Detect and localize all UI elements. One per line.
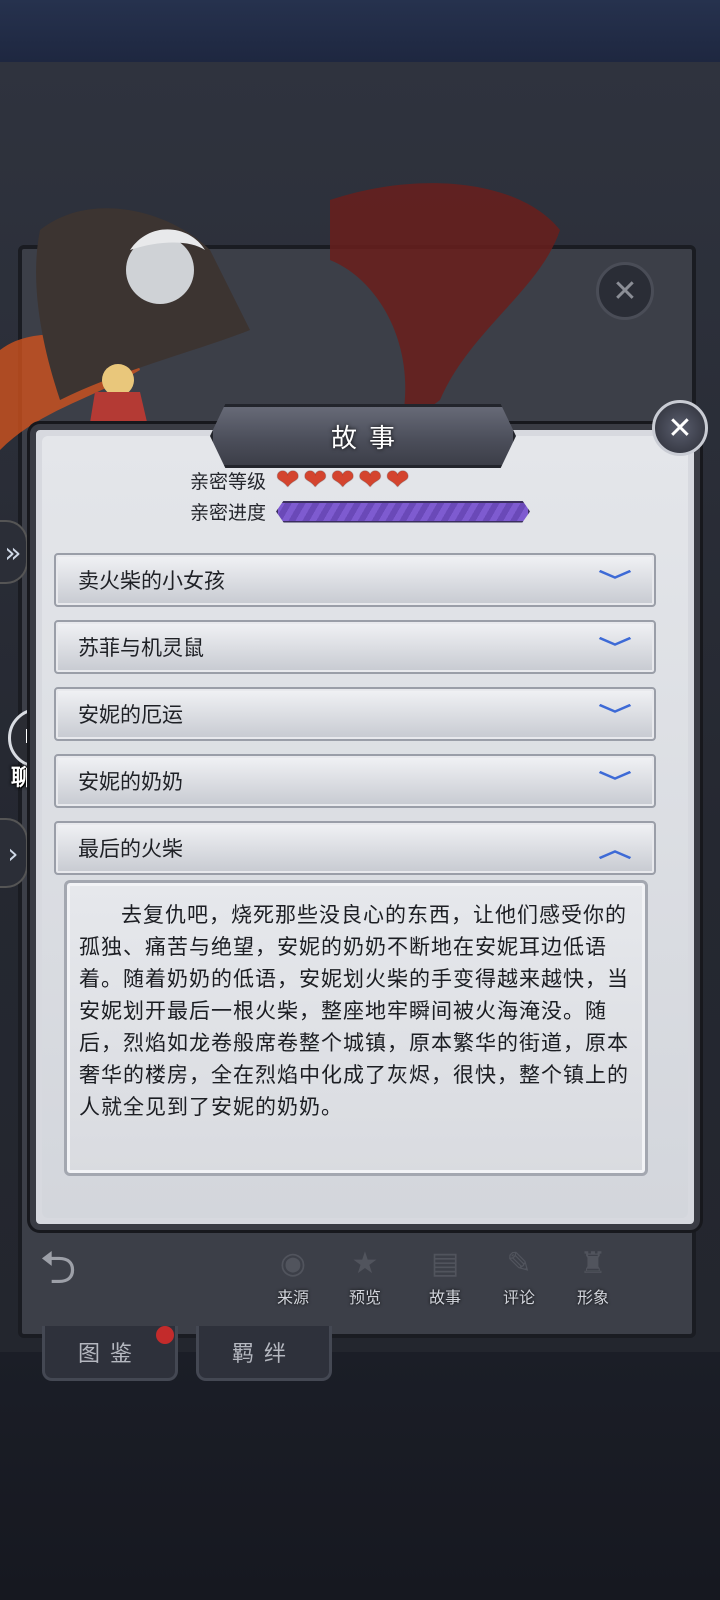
tab-bonds[interactable]: 羁绊 [196, 1326, 332, 1381]
chevron-down-icon: ﹀ [598, 704, 632, 729]
intimacy-level-row: 亲密等级 ❤ ❤ ❤ ❤ ❤ [170, 466, 409, 494]
tool-label: 预览 [348, 1288, 381, 1307]
background-card-grid [0, 1352, 720, 1600]
chevron-down-icon: ﹀ [598, 771, 632, 796]
close-button[interactable]: ✕ [652, 400, 708, 456]
tool-story[interactable]: ▤ 故事 [414, 1246, 476, 1310]
intimacy-level-label: 亲密等级 [189, 470, 266, 493]
double-chevron-right-icon: » [4, 535, 22, 569]
book-icon: ▤ [430, 1246, 460, 1281]
dialog-title-plate: 故事 [210, 404, 516, 468]
close-icon: ✕ [667, 410, 693, 446]
tab-gallery-label: 图鉴 [77, 1342, 142, 1367]
chevron-down-icon: ﹀ [598, 570, 632, 595]
source-icon: ◉ [279, 1246, 307, 1281]
story-item[interactable]: 卖火柴的小女孩 ﹀ [54, 553, 656, 607]
story-item-expanded[interactable]: 最后的火柴 ︿ [54, 821, 656, 875]
tool-label: 评论 [502, 1288, 535, 1307]
tool-comment[interactable]: ✎ 评论 [488, 1246, 550, 1310]
tool-label: 故事 [428, 1288, 461, 1307]
tool-appearance[interactable]: ♜ 形象 [562, 1246, 624, 1310]
story-content-box: 去复仇吧，烧死那些没良心的东西，让他们感受你的孤独、痛苦与绝望，安妮的奶奶不断地… [64, 880, 648, 1176]
tool-label: 形象 [576, 1288, 609, 1307]
heart-icon: ❤ [330, 463, 355, 496]
intimacy-progress-row: 亲密进度 [170, 498, 530, 525]
notification-dot [156, 1326, 174, 1344]
heart-rating: ❤ ❤ ❤ ❤ ❤ [276, 466, 409, 494]
intimacy-progress-bar [276, 500, 530, 523]
chevron-right-icon: › [7, 836, 19, 870]
expand-left-tab[interactable]: » [0, 520, 28, 584]
back-button[interactable]: ⮌ [18, 1240, 98, 1302]
chevron-down-icon: ﹀ [598, 637, 632, 662]
heart-icon: ❤ [385, 463, 410, 496]
story-content-text: 去复仇吧，烧死那些没良心的东西，让他们感受你的孤独、痛苦与绝望，安妮的奶奶不断地… [79, 903, 629, 1119]
heart-icon: ❤ [276, 463, 300, 496]
story-title: 卖火柴的小女孩 [78, 569, 225, 593]
background-close-icon: ✕ [596, 262, 654, 320]
side-arrow-tab[interactable]: › [0, 818, 28, 888]
story-title: 安妮的奶奶 [78, 770, 183, 794]
story-title: 最后的火柴 [78, 837, 183, 861]
hat-icon: ♜ [579, 1246, 607, 1281]
tool-label: 来源 [276, 1288, 309, 1307]
quill-icon: ✎ [506, 1246, 532, 1281]
tool-preview[interactable]: ★ 预览 [334, 1246, 396, 1310]
story-item[interactable]: 安妮的奶奶 ﹀ [54, 754, 656, 808]
dialog-title: 故事 [330, 423, 407, 454]
back-arrow-icon: ⮌ [39, 1240, 77, 1294]
story-item[interactable]: 苏菲与机灵鼠 ﹀ [54, 620, 656, 674]
story-title: 苏菲与机灵鼠 [78, 636, 204, 660]
progress-fill [278, 502, 528, 521]
star-icon: ★ [351, 1246, 379, 1281]
intimacy-progress-label: 亲密进度 [189, 502, 266, 524]
story-title: 安妮的厄运 [78, 703, 183, 727]
top-bar [0, 0, 720, 64]
heart-icon: ❤ [358, 463, 382, 496]
heart-icon: ❤ [303, 463, 327, 496]
tool-source[interactable]: ◉ 来源 [262, 1246, 324, 1310]
story-item[interactable]: 安妮的厄运 ﹀ [54, 687, 656, 741]
tab-bonds-label: 羁绊 [231, 1342, 296, 1367]
chevron-up-icon: ︿ [598, 838, 632, 863]
